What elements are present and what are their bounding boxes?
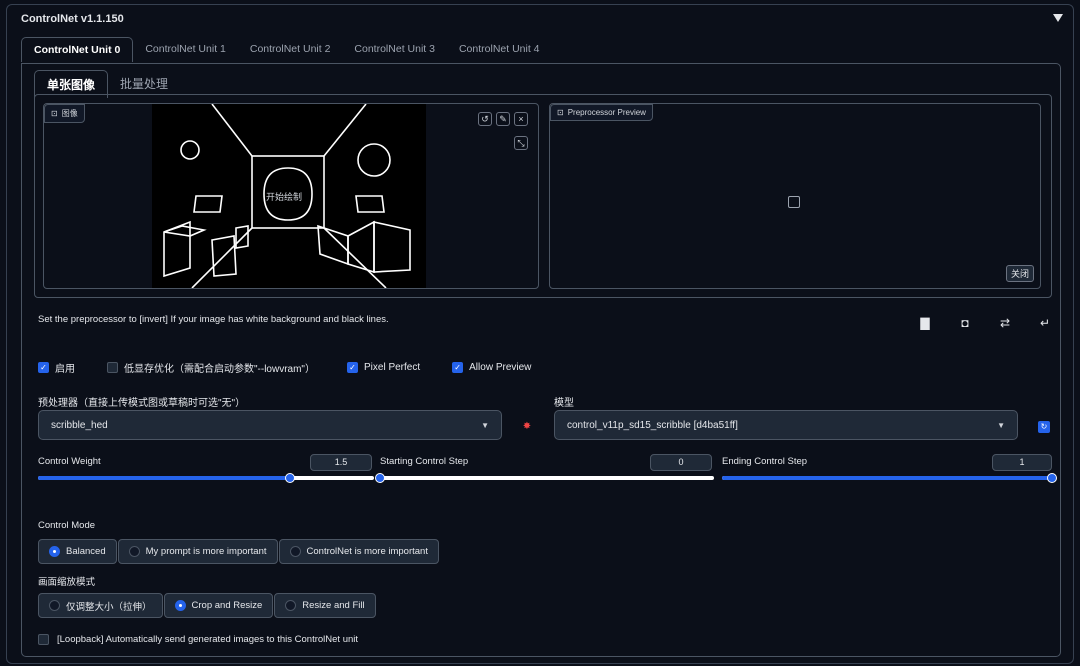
- tab-unit-1[interactable]: ControlNet Unit 1: [133, 37, 238, 62]
- resize-mode-radios: 仅调整大小（拉伸） Crop and Resize Resize and Fil…: [38, 593, 377, 618]
- ending-step-input[interactable]: 1: [992, 454, 1052, 471]
- loopback-label: [Loopback] Automatically send generated …: [57, 634, 359, 645]
- tab-unit-2[interactable]: ControlNet Unit 2: [238, 37, 343, 62]
- image-placeholder-icon: [788, 196, 800, 208]
- model-select[interactable]: control_v11p_sd15_scribble [d4ba51ff] ▼: [554, 410, 1018, 440]
- resize-icon[interactable]: ⤡: [514, 136, 528, 150]
- option-checkboxes: ✓ 启用 低显存优化（需配合启动参数"--lowvram"） ✓ Pixel Per…: [38, 360, 563, 375]
- image-input-box: ⊡ 图像 开始绘制 ↺ ✎ × ⤡: [43, 103, 539, 289]
- image-box-label: ⊡ 图像: [44, 104, 85, 123]
- invert-hint: Set the preprocessor to [invert] If your…: [38, 314, 389, 325]
- slider-thumb[interactable]: [375, 473, 385, 483]
- preprocessor-label: 预处理器（直接上传模式图或草稿时可选"无"）: [38, 398, 246, 409]
- control-mode-radios: Balanced My prompt is more important Con…: [38, 539, 440, 564]
- resize-mode-label: 画面缩放模式: [38, 577, 96, 588]
- pixel-perfect-checkbox[interactable]: ✓ Pixel Perfect: [347, 362, 420, 373]
- send-dimensions-icon[interactable]: ↵: [1038, 316, 1052, 330]
- radio-indicator[interactable]: [289, 546, 301, 557]
- image-label-text: 图像: [61, 109, 78, 118]
- slider-fill: [722, 476, 1052, 480]
- new-canvas-icon[interactable]: ▇: [918, 316, 932, 330]
- control-mode-label: Control Mode: [38, 520, 96, 531]
- checkbox-label: Allow Preview: [469, 362, 532, 373]
- preview-box-label: ⊡ Preprocessor Preview: [550, 104, 653, 121]
- tab-unit-0[interactable]: ControlNet Unit 0: [21, 37, 134, 62]
- checkbox-box[interactable]: [107, 362, 118, 373]
- accordion-title[interactable]: ControlNet v1.1.150: [21, 13, 124, 25]
- preprocessor-preview-box: ⊡ Preprocessor Preview 关闭: [549, 103, 1041, 289]
- radio-label: Crop and Resize: [191, 600, 263, 611]
- refresh-icon[interactable]: ↻: [1038, 421, 1050, 433]
- preview-label-text: Preprocessor Preview: [567, 108, 646, 117]
- loopback-checkbox[interactable]: [Loopback] Automatically send generated …: [38, 634, 358, 645]
- image-icon: ⊡: [557, 108, 564, 117]
- radio-controlnet-important[interactable]: ControlNet is more important: [278, 539, 439, 564]
- explosion-icon[interactable]: ✸: [522, 422, 532, 432]
- enable-checkbox[interactable]: ✓ 启用: [38, 360, 75, 375]
- unit-tabs: ControlNet Unit 0 ControlNet Unit 1 Cont…: [21, 37, 552, 62]
- collapse-icon[interactable]: [1053, 14, 1063, 22]
- unit-panel: 单张图像 批量处理 ⊡ 图像 开始绘制 ↺ ✎ × ⤡ ⊡ Preprocess…: [21, 63, 1061, 657]
- radio-indicator[interactable]: [49, 600, 60, 611]
- close-icon[interactable]: ×: [514, 112, 528, 126]
- checkbox-box[interactable]: [38, 634, 49, 645]
- slider-track[interactable]: [38, 473, 374, 483]
- slider-thumb[interactable]: [285, 473, 295, 483]
- close-preview-button[interactable]: 关闭: [1005, 265, 1034, 282]
- model-value: control_v11p_sd15_scribble [d4ba51ff]: [567, 419, 738, 431]
- undo-icon[interactable]: ↺: [478, 112, 492, 126]
- allow-preview-checkbox[interactable]: ✓ Allow Preview: [452, 362, 531, 373]
- slider-label: Ending Control Step: [722, 456, 808, 467]
- edit-icon[interactable]: ✎: [496, 112, 510, 126]
- radio-indicator[interactable]: [174, 600, 186, 611]
- radio-indicator[interactable]: [49, 546, 60, 557]
- slider-track[interactable]: [375, 473, 714, 483]
- radio-label: Resize and Fill: [302, 600, 365, 611]
- chevron-down-icon: ▼: [481, 420, 489, 430]
- radio-just-resize[interactable]: 仅调整大小（拉伸）: [38, 593, 163, 618]
- slider-thumb[interactable]: [1047, 473, 1057, 483]
- canvas-hint: 开始绘制: [266, 192, 303, 202]
- checkbox-label: Pixel Perfect: [364, 362, 421, 373]
- radio-indicator[interactable]: [128, 546, 140, 557]
- radio-label: Balanced: [66, 546, 106, 557]
- tab-unit-3[interactable]: ControlNet Unit 3: [342, 37, 447, 62]
- check-icon[interactable]: ✓: [38, 362, 49, 373]
- lowvram-checkbox[interactable]: 低显存优化（需配合启动参数"--lowvram"）: [107, 360, 315, 375]
- image-area: ⊡ 图像 开始绘制 ↺ ✎ × ⤡ ⊡ Preprocessor Preview…: [34, 94, 1052, 298]
- swap-icon[interactable]: ⇄: [998, 316, 1012, 330]
- camera-icon[interactable]: ◘: [958, 316, 972, 330]
- model-label: 模型: [554, 398, 574, 409]
- tab-unit-4[interactable]: ControlNet Unit 4: [447, 37, 552, 62]
- slider-fill: [38, 476, 290, 480]
- slider-label: Control Weight: [38, 456, 101, 467]
- radio-prompt-important[interactable]: My prompt is more important: [117, 539, 278, 564]
- radio-label: ControlNet is more important: [306, 546, 428, 557]
- slider-label: Starting Control Step: [380, 456, 469, 467]
- slider-track[interactable]: [722, 473, 1057, 483]
- image-icon: ⊡: [51, 109, 58, 118]
- check-icon[interactable]: ✓: [452, 362, 464, 373]
- radio-indicator[interactable]: [285, 600, 297, 611]
- checkbox-label: 低显存优化（需配合启动参数"--lowvram"）: [124, 364, 315, 375]
- starting-step-input[interactable]: 0: [650, 454, 712, 471]
- preprocessor-select[interactable]: scribble_hed ▼: [38, 410, 502, 440]
- radio-crop-and-resize[interactable]: Crop and Resize: [163, 593, 274, 618]
- chevron-down-icon: ▼: [997, 420, 1005, 430]
- check-icon[interactable]: ✓: [347, 362, 358, 373]
- canvas-tools: ▇ ◘ ⇄ ↵: [918, 316, 1052, 330]
- radio-resize-and-fill[interactable]: Resize and Fill: [274, 593, 376, 618]
- radio-label: My prompt is more important: [145, 546, 267, 557]
- control-weight-input[interactable]: 1.5: [310, 454, 372, 471]
- preprocessor-value: scribble_hed: [51, 419, 108, 431]
- checkbox-label: 启用: [55, 364, 75, 375]
- controlnet-accordion: ControlNet v1.1.150 ControlNet Unit 0 Co…: [6, 4, 1074, 664]
- radio-balanced[interactable]: Balanced: [38, 539, 117, 564]
- radio-label: 仅调整大小（拉伸）: [66, 601, 152, 613]
